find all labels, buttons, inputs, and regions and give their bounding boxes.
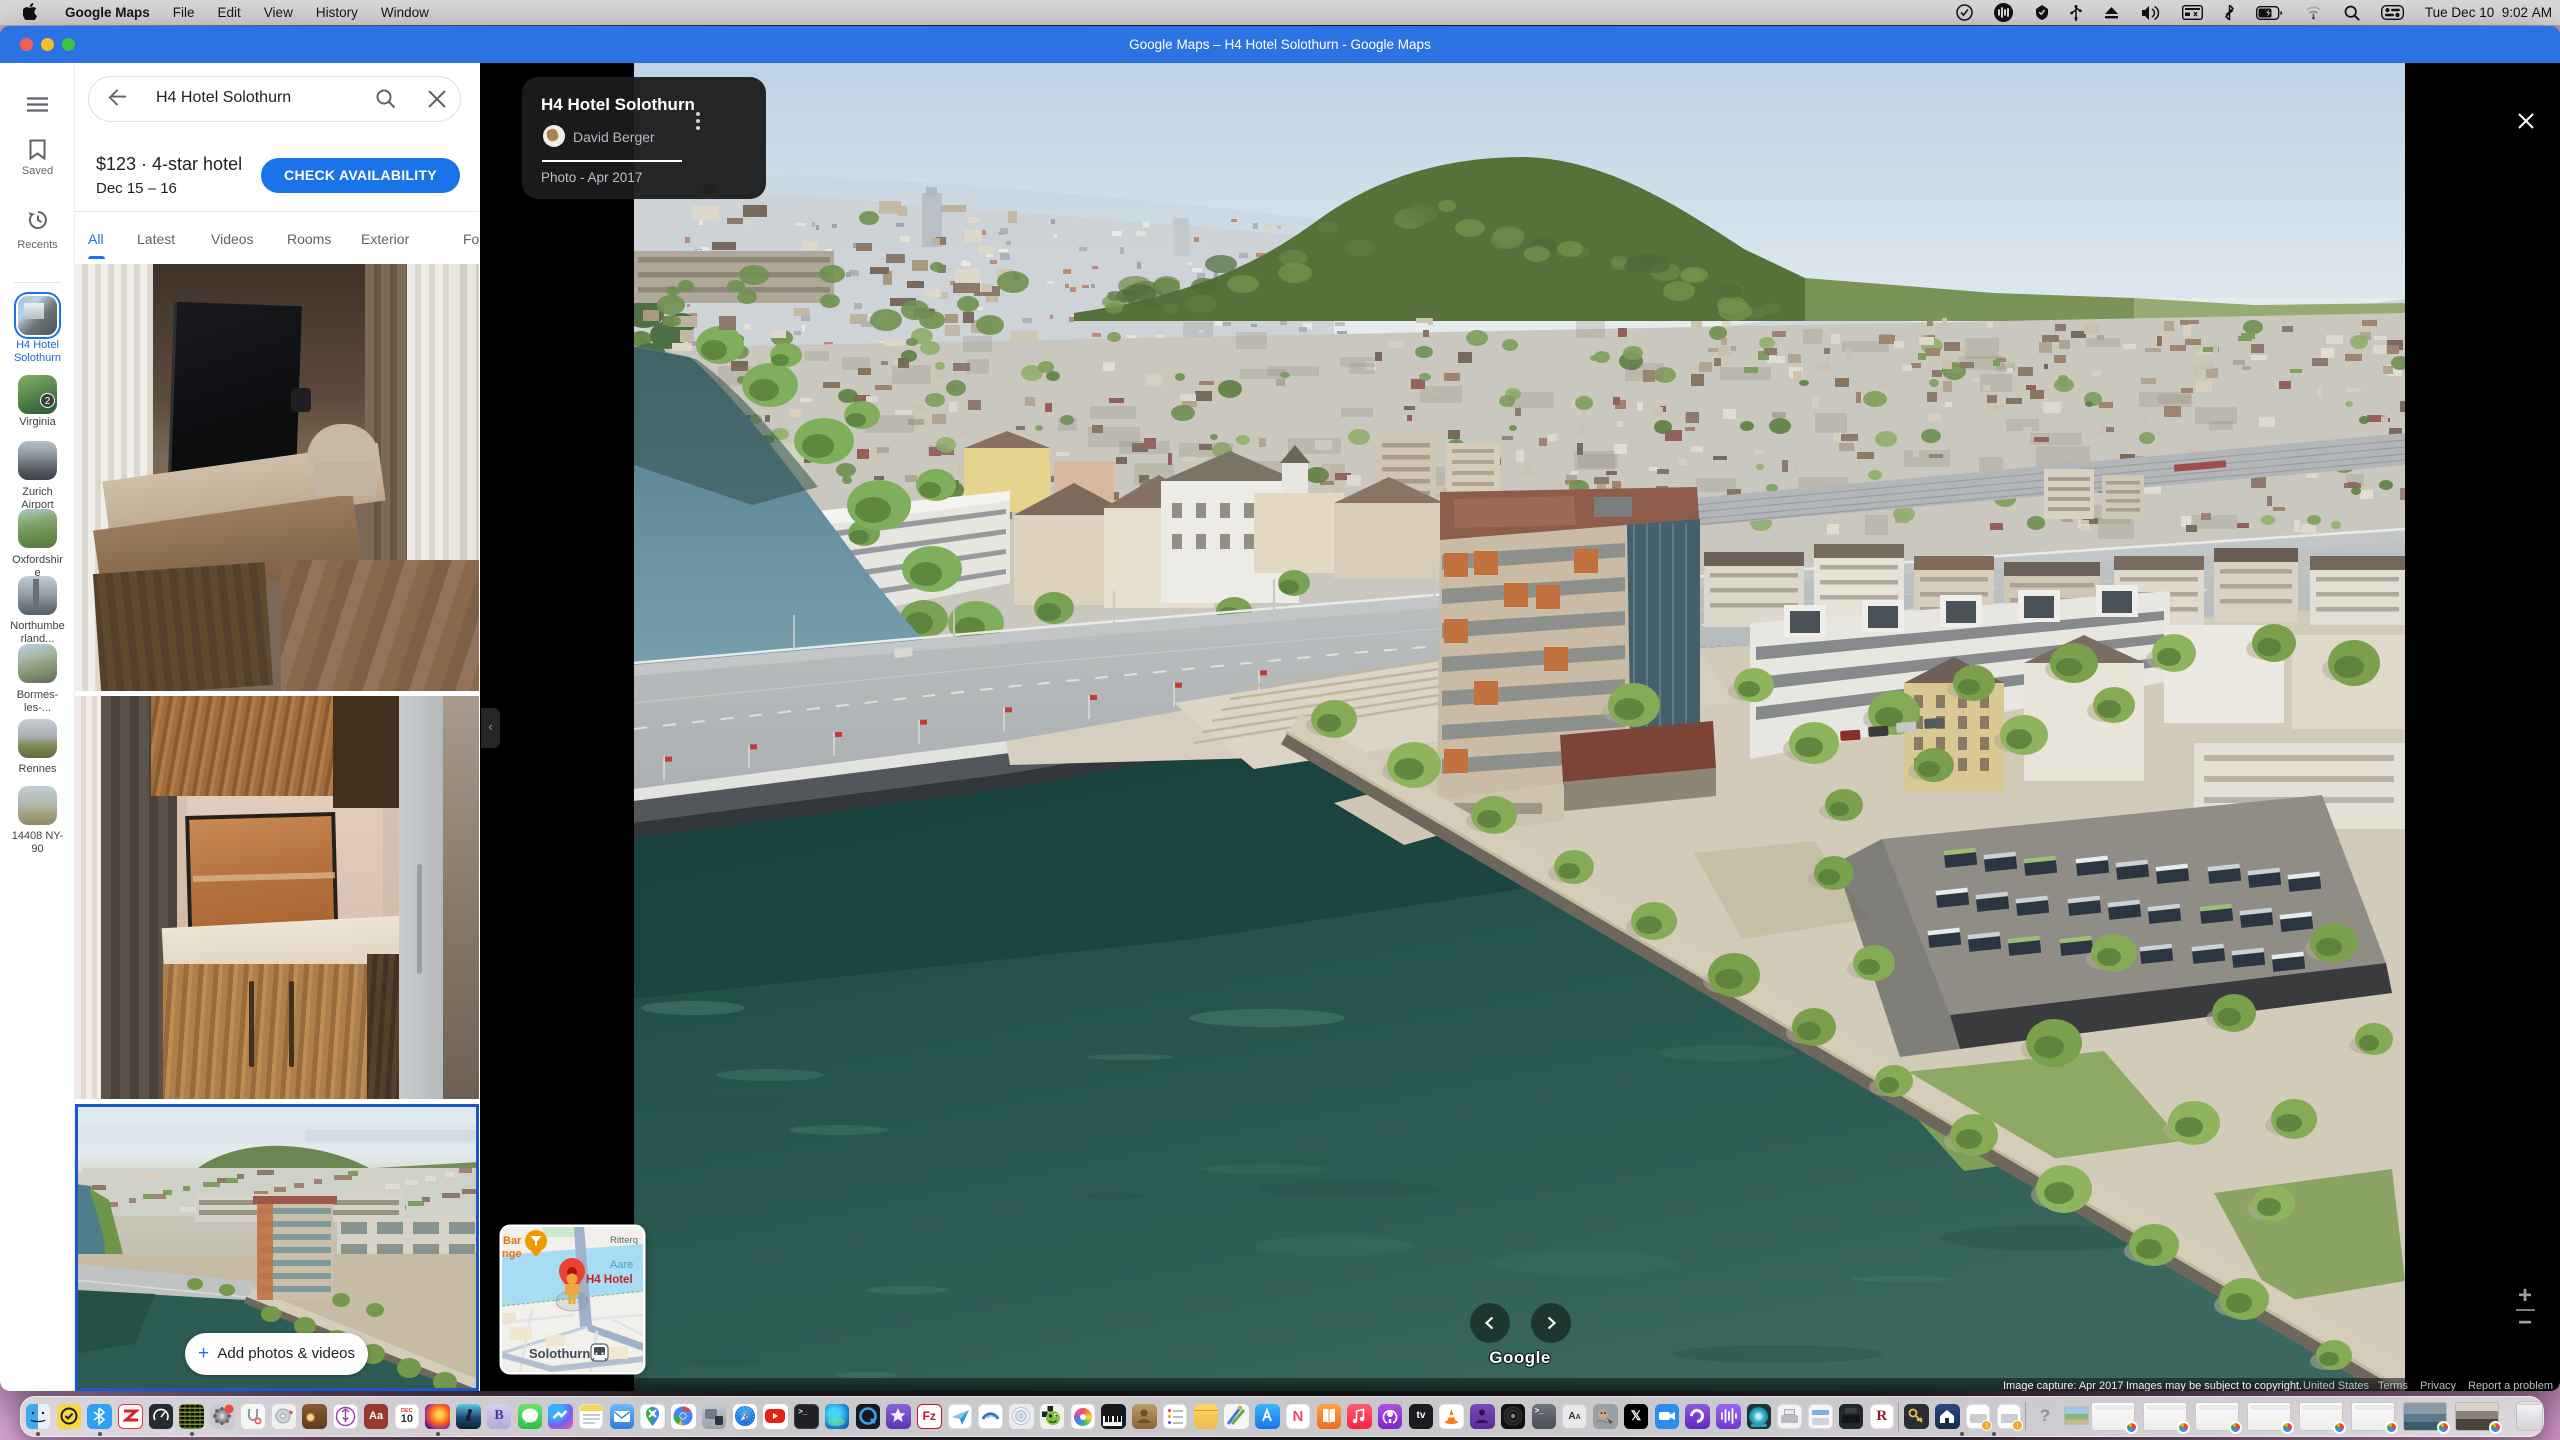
svg-text:Solothurn: Solothurn (529, 1346, 590, 1361)
svg-text:Bar: Bar (503, 1235, 522, 1247)
svg-text:nge: nge (502, 1248, 522, 1260)
svg-text:Aare: Aare (610, 1259, 633, 1271)
svg-text:H4 Hotel: H4 Hotel (586, 1274, 633, 1286)
svg-text:Ritterq: Ritterq (610, 1235, 638, 1246)
